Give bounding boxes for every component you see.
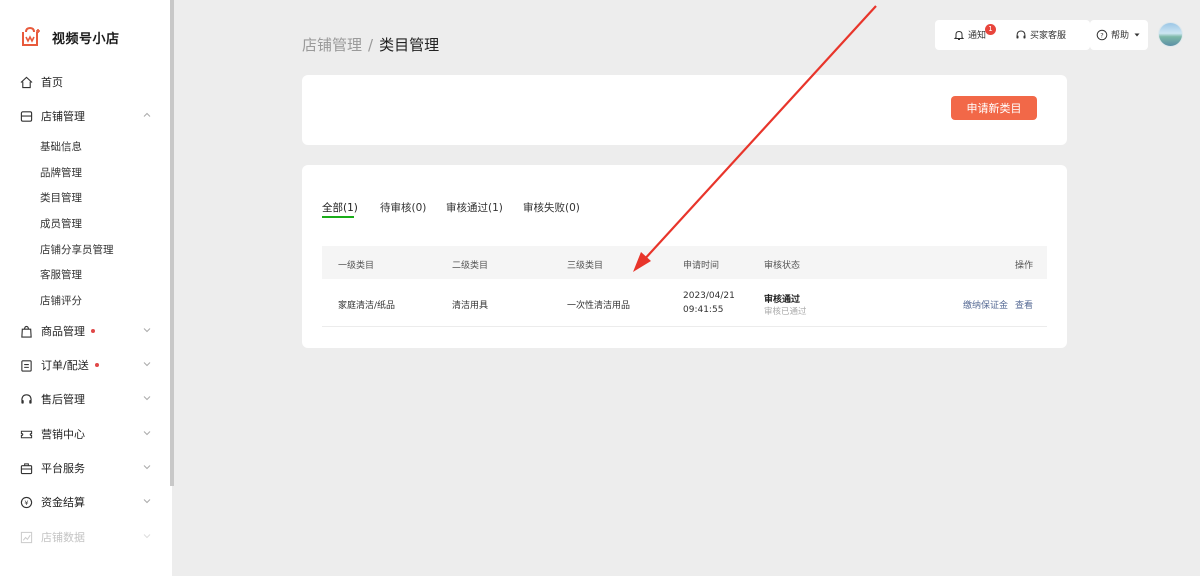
chevron-down-icon (143, 534, 151, 539)
home-icon (20, 76, 33, 89)
shop-logo-icon (22, 26, 40, 46)
view-link[interactable]: 查看 (1015, 298, 1033, 311)
nav-platform-label: 平台服务 (41, 462, 85, 475)
nav-finance-label: 资金结算 (41, 496, 85, 509)
nav-aftersale-label: 售后管理 (41, 393, 85, 406)
ticket-icon (20, 428, 33, 441)
chevron-down-icon (143, 499, 151, 504)
notification-dot (91, 329, 95, 333)
col-status: 审核状态 (764, 261, 801, 271)
notify-badge: 1 (985, 24, 996, 35)
sub-item-members[interactable]: 成员管理 (40, 216, 82, 231)
buyer-service-label: 买家客服 (1030, 31, 1067, 41)
nav-home-label: 首页 (41, 76, 63, 89)
chevron-down-icon (143, 431, 151, 436)
notify-button[interactable]: 通知 (953, 28, 986, 41)
breadcrumb-parent[interactable]: 店铺管理 (302, 34, 362, 55)
sub-item-brand[interactable]: 品牌管理 (40, 165, 82, 180)
cell-date: 2023/04/21 (683, 291, 735, 301)
nav-store-label: 店铺管理 (41, 110, 85, 123)
chevron-up-icon (143, 112, 151, 117)
help-label: 帮助 (1111, 31, 1130, 41)
nav-data[interactable]: 店铺数据 (20, 527, 152, 547)
nav-aftersale[interactable]: 售后管理 (20, 389, 152, 409)
nav-orders[interactable]: 订单/配送 (20, 355, 152, 375)
briefcase-icon (20, 462, 33, 475)
col-actions: 操作 (1015, 261, 1034, 271)
sub-item-customer-service[interactable]: 客服管理 (40, 267, 82, 282)
col-date: 申请时间 (683, 261, 720, 271)
brand-name: 视频号小店 (52, 31, 120, 47)
breadcrumb: 店铺管理 / 类目管理 (302, 34, 439, 55)
headset-icon (1016, 29, 1026, 38)
cell-level2: 清洁用具 (452, 301, 489, 311)
breadcrumb-separator: / (368, 35, 374, 54)
chevron-down-icon (143, 328, 151, 333)
notify-label: 通知 (968, 31, 987, 41)
bell-icon (953, 30, 965, 40)
tab-all[interactable]: 全部(1) (322, 200, 358, 215)
avatar[interactable] (1158, 22, 1183, 47)
sub-item-rating[interactable]: 店铺评分 (40, 293, 82, 308)
nav-goods-label: 商品管理 (41, 325, 85, 338)
topbar: 通知 1 买家客服 (935, 20, 1090, 50)
svg-text:?: ? (1100, 31, 1103, 39)
cell-level1: 家庭清洁/纸品 (338, 301, 396, 311)
help-menu[interactable]: ? 帮助 (1090, 20, 1148, 50)
help-button[interactable]: ? 帮助 (1096, 28, 1144, 41)
row-divider (322, 326, 1047, 327)
col-level3: 三级类目 (567, 261, 604, 271)
chevron-down-icon (143, 362, 151, 367)
nav-platform[interactable]: 平台服务 (20, 458, 152, 478)
nav-home[interactable]: 首页 (20, 72, 152, 92)
apply-category-button[interactable]: 申请新类目 (951, 96, 1037, 120)
status-detail: 审核已通过 (764, 307, 807, 317)
sub-item-basic-info[interactable]: 基础信息 (40, 139, 82, 154)
page-title: 类目管理 (379, 36, 440, 54)
nav-store[interactable]: 店铺管理 (20, 106, 152, 126)
pay-deposit-link[interactable]: 缴纳保证金 (963, 298, 1008, 311)
tab-active-indicator (322, 216, 354, 218)
nav-orders-label: 订单/配送 (41, 359, 89, 372)
cell-time: 09:41:55 (683, 305, 724, 315)
help-circle-icon: ? (1096, 29, 1108, 40)
col-level2: 二级类目 (452, 261, 489, 271)
caret-down-icon (1134, 33, 1140, 36)
col-level1: 一级类目 (338, 261, 375, 271)
sub-item-sharers[interactable]: 店铺分享员管理 (40, 242, 114, 257)
nav-data-label: 店铺数据 (41, 531, 85, 544)
tab-approved[interactable]: 审核通过(1) (446, 200, 503, 215)
tab-rejected[interactable]: 审核失败(0) (523, 200, 580, 215)
headset-icon (20, 393, 33, 406)
tab-pending[interactable]: 待审核(0) (380, 200, 426, 215)
svg-text:¥: ¥ (24, 498, 28, 506)
nav-marketing[interactable]: 营销中心 (20, 424, 152, 444)
sidebar: 视频号小店 首页 店铺管理 基础信息 品牌管理 类目管理 成员管理 店铺分享员管… (0, 0, 172, 576)
chevron-down-icon (143, 465, 151, 470)
brand[interactable]: 视频号小店 (20, 26, 120, 48)
nav-marketing-label: 营销中心 (41, 428, 85, 441)
bag-icon (20, 325, 33, 338)
chevron-down-icon (143, 396, 151, 401)
nav-finance[interactable]: ¥ 资金结算 (20, 492, 152, 512)
sidebar-scrollbar[interactable] (170, 0, 174, 486)
clipboard-icon (20, 359, 33, 372)
store-icon (20, 110, 33, 123)
yen-icon: ¥ (20, 496, 33, 509)
sub-item-category[interactable]: 类目管理 (40, 190, 82, 205)
buyer-service-button[interactable]: 买家客服 (1015, 28, 1066, 41)
status-badge: 审核通过 (764, 295, 801, 305)
cell-level3: 一次性清洁用品 (567, 301, 631, 311)
chart-icon (20, 531, 33, 544)
notification-dot (94, 363, 99, 367)
nav-goods[interactable]: 商品管理 (20, 321, 152, 341)
